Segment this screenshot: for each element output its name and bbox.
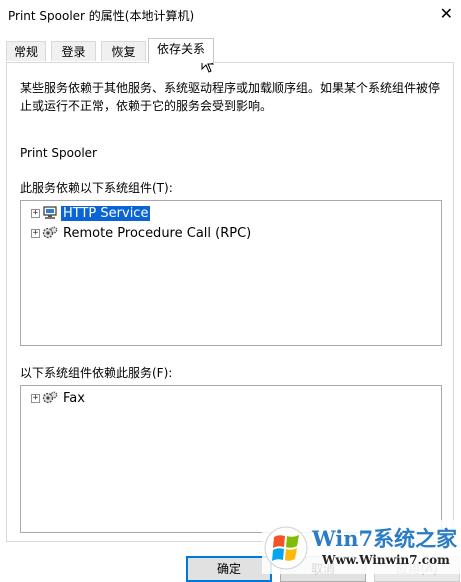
depends-on-tree[interactable]: + HTTP Service + Remote Procedure Call (…: [20, 200, 442, 346]
expand-icon[interactable]: +: [31, 228, 40, 238]
gear-service-icon: [42, 391, 58, 404]
expand-icon[interactable]: +: [31, 393, 40, 403]
service-name: Print Spooler: [20, 146, 97, 160]
watermark-url: Www.Winwin7.com: [322, 553, 450, 567]
computer-icon: [43, 206, 57, 219]
tab-recovery[interactable]: 恢复: [101, 41, 146, 61]
expand-icon[interactable]: +: [31, 208, 40, 218]
tree-item-http-service[interactable]: + HTTP Service: [31, 204, 151, 222]
tab-dependencies[interactable]: 依存关系: [148, 38, 214, 63]
tab-logon[interactable]: 登录: [51, 41, 96, 61]
window-title: Print Spooler 的属性(本地计算机): [8, 9, 195, 23]
tab-general[interactable]: 常规: [6, 41, 46, 61]
dependents-tree[interactable]: + Fax: [20, 385, 442, 533]
tree-item-label: Fax: [63, 390, 85, 406]
title-bar: Print Spooler 的属性(本地计算机) ✕: [0, 0, 461, 30]
close-icon[interactable]: ✕: [440, 4, 453, 23]
tab-strip: 常规 登录 恢复 依存关系: [0, 38, 461, 63]
gear-service-icon: [42, 226, 58, 239]
tree-item-label: HTTP Service: [61, 205, 151, 221]
watermark: Win7系统之家 Www.Winwin7.com: [262, 520, 461, 574]
tree-item-rpc[interactable]: + Remote Procedure Call (RPC): [31, 224, 253, 242]
tree-item-label: Remote Procedure Call (RPC): [63, 225, 252, 241]
watermark-brand: Win7系统之家: [312, 526, 458, 551]
dependents-label: 以下系统组件依赖此服务(F):: [20, 366, 173, 380]
dependencies-description: 某些服务依赖于其他服务、系统驱动程序或加载顺序组。如果某个系统组件被停止或运行不…: [20, 81, 441, 113]
depends-on-label: 此服务依赖以下系统组件(T):: [20, 181, 173, 195]
ok-button[interactable]: 确定: [186, 556, 272, 582]
tree-item-fax[interactable]: + Fax: [31, 389, 87, 407]
